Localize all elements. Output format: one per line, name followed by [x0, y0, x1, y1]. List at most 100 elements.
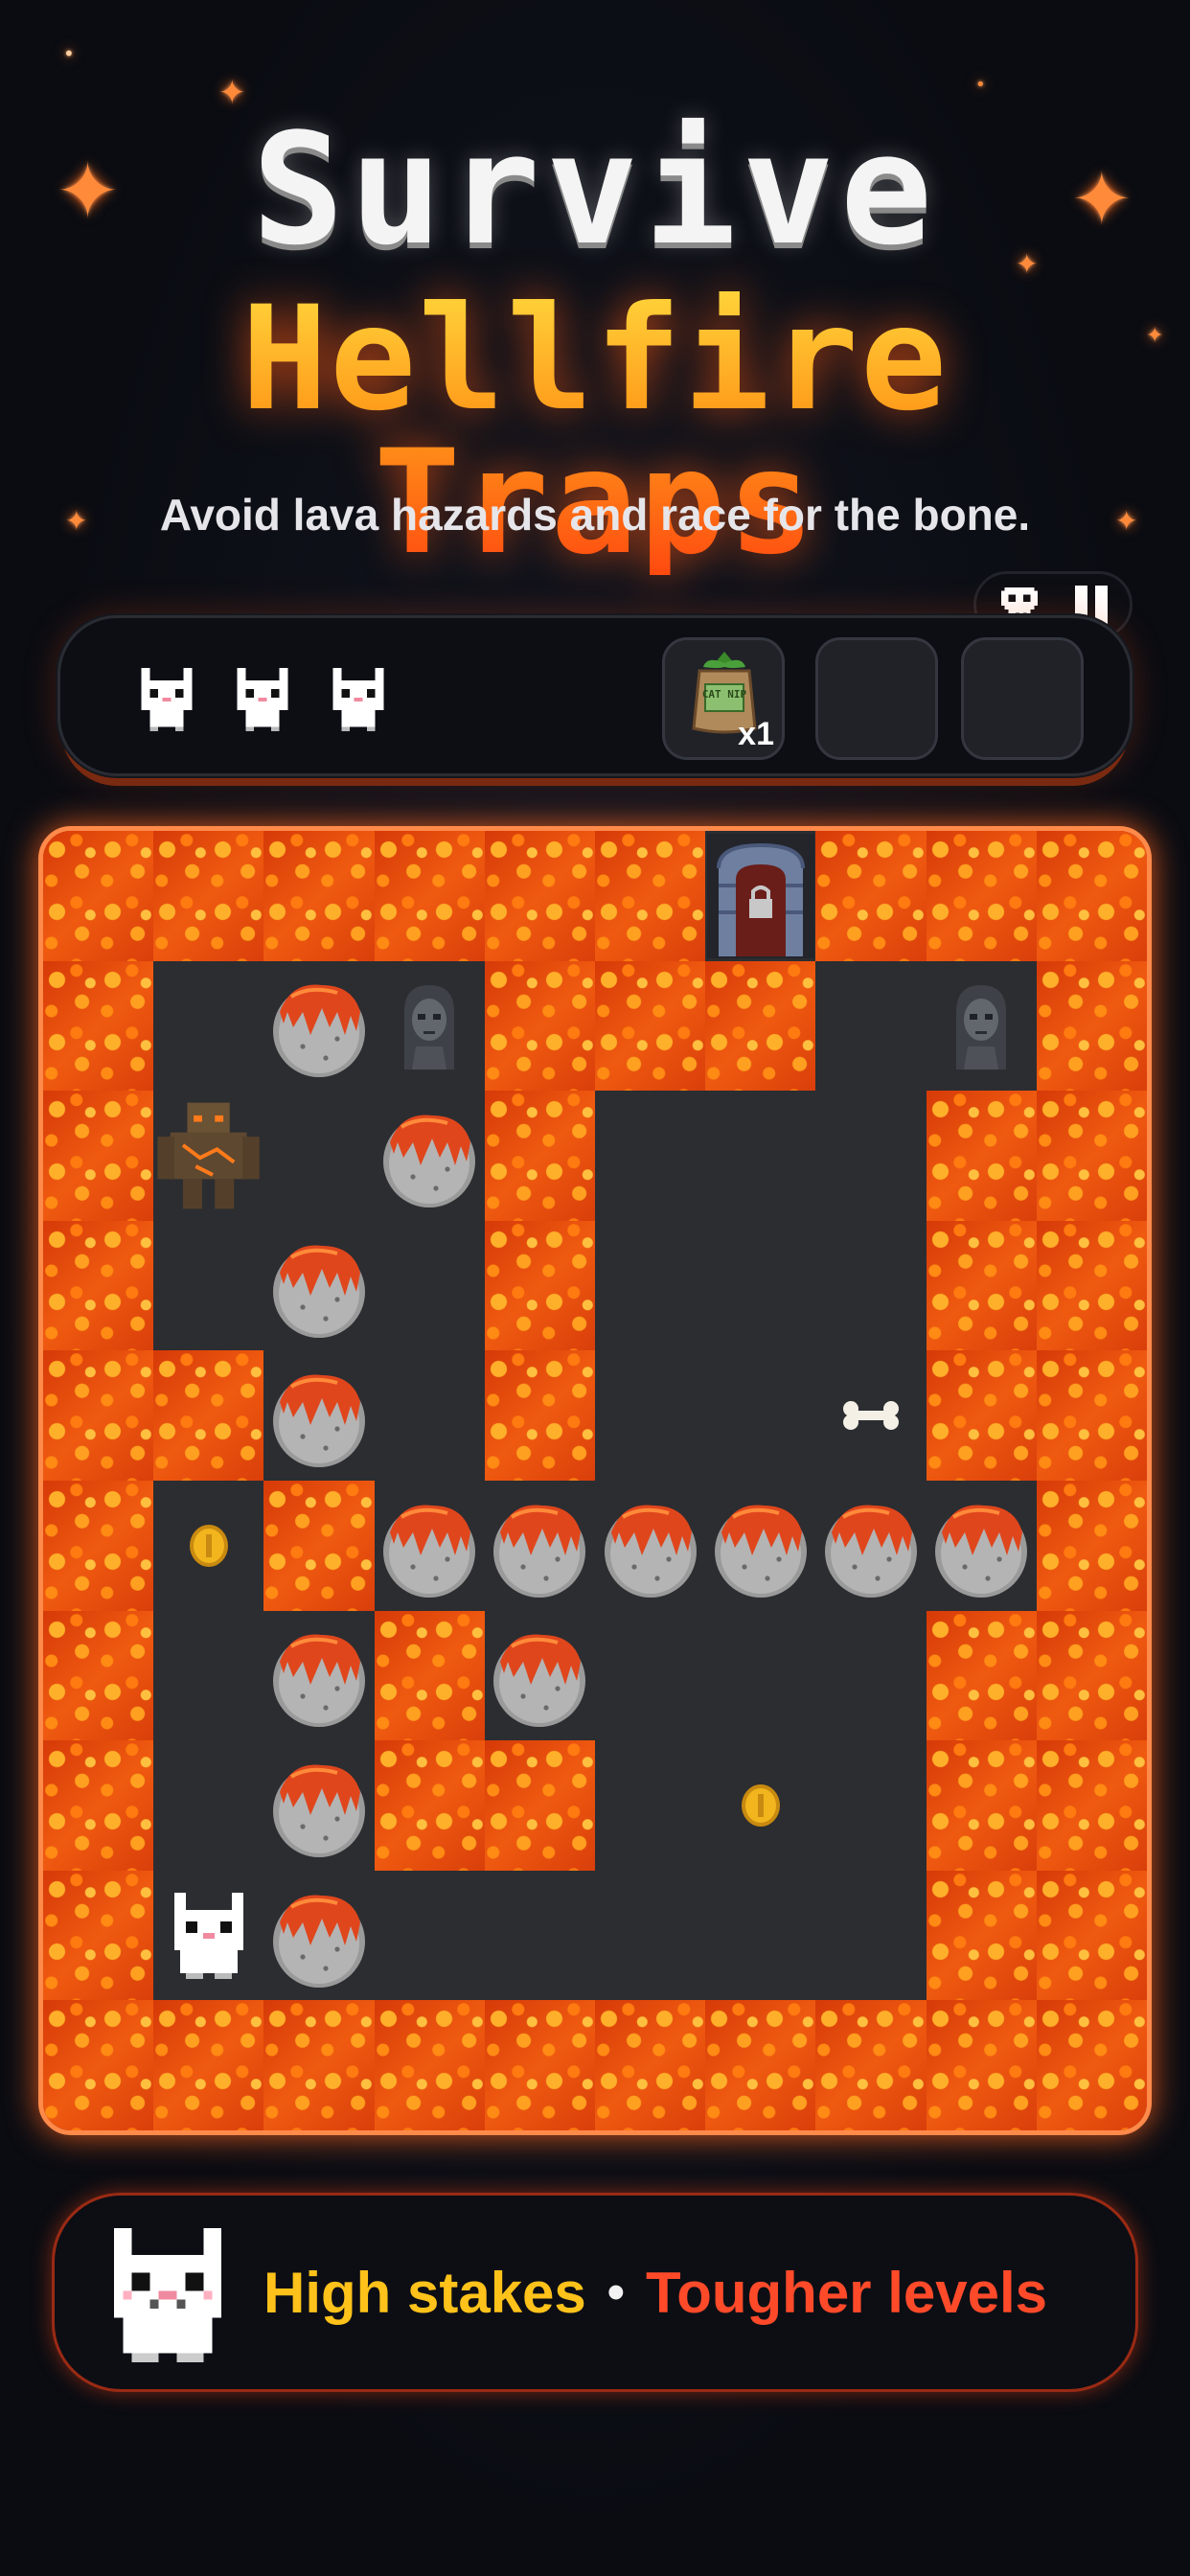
floor-tile [815, 1610, 927, 1742]
lava-tile [153, 831, 265, 962]
floor-tile [153, 960, 265, 1092]
lava-tile [484, 831, 596, 962]
floor-tile [595, 1740, 707, 1872]
lava-tile [374, 1610, 486, 1742]
lava-tile [926, 1610, 1038, 1742]
floor-tile [815, 1870, 927, 2002]
floor-tile [705, 1610, 817, 1742]
lava-tile [484, 1740, 596, 1872]
lava-tile [263, 2000, 376, 2130]
lava-tile [43, 831, 155, 962]
lava-golem-icon [153, 1091, 263, 1221]
lava-tile [595, 960, 707, 1092]
lava-tile [43, 1610, 155, 1742]
lava-tile [1036, 1870, 1147, 2002]
game-screen: ✦ ✦ • ✦ ✦ • ✦ ✦ ✦ Survive Hellfire Traps… [0, 0, 1190, 2576]
lava-boulder-icon [375, 1481, 485, 1611]
lava-tile [926, 1350, 1038, 1482]
floor-tile [595, 1220, 707, 1352]
catnip-label: CAT NIP [702, 688, 747, 701]
lava-boulder-icon [263, 961, 374, 1092]
cat-life-icon [137, 668, 196, 731]
lava-tile [1036, 2000, 1147, 2130]
lava-tile [484, 2000, 596, 2130]
cat-mascot-icon [104, 2228, 231, 2366]
floor-tile [153, 1220, 265, 1352]
ghost-girl-icon [927, 961, 1037, 1092]
hud-bar: CAT NIP x1 [57, 615, 1133, 776]
floor-tile [705, 1350, 817, 1482]
lava-boulder-icon [485, 1611, 595, 1741]
lava-boulder-icon [927, 1481, 1037, 1611]
floor-tile [705, 1220, 817, 1352]
lava-tile [926, 1870, 1038, 2002]
lava-tile [926, 2000, 1038, 2130]
lava-tile [484, 960, 596, 1092]
floor-tile [374, 1870, 486, 2002]
sparkle-icon: • [975, 75, 986, 95]
item-slot-empty[interactable] [961, 637, 1084, 760]
floor-tile [595, 1610, 707, 1742]
lava-tile [43, 1350, 155, 1482]
title-line-1: Survive [251, 100, 939, 279]
floor-tile [153, 1610, 265, 1742]
lava-boulder-icon [375, 1091, 485, 1221]
coin-icon [705, 1740, 815, 1871]
lava-tile [705, 960, 817, 1092]
lava-tile [1036, 831, 1147, 962]
lava-boulder-icon [595, 1481, 705, 1611]
lava-boulder-icon [263, 1221, 374, 1351]
lava-tile [374, 2000, 486, 2130]
lava-tile [595, 831, 707, 962]
lava-tile [1036, 1091, 1147, 1222]
lava-tile [1036, 1610, 1147, 1742]
lava-boulder-icon [485, 1481, 595, 1611]
ghost-girl-icon [375, 961, 485, 1092]
lava-tile [1036, 1220, 1147, 1352]
lava-tile [484, 1220, 596, 1352]
floor-tile [815, 1091, 927, 1222]
floor-tile [705, 1091, 817, 1222]
lava-tile [43, 2000, 155, 2130]
lava-tile [263, 831, 376, 962]
feature-banner: High stakes • Tougher levels [52, 2193, 1138, 2392]
item-count: x1 [738, 716, 774, 752]
lava-tile [153, 2000, 265, 2130]
floor-tile [374, 1220, 486, 1352]
banner-tougher-levels: Tougher levels [646, 2260, 1048, 2325]
lava-tile [374, 1740, 486, 1872]
cat-life-icon [233, 668, 292, 731]
item-slot-empty[interactable] [815, 637, 938, 760]
lava-tile [374, 831, 486, 962]
floor-tile [263, 1091, 376, 1222]
lava-tile [1036, 1350, 1147, 1482]
lava-boulder-icon [705, 1481, 815, 1611]
locked-door-icon[interactable] [705, 831, 815, 961]
lava-tile [153, 1350, 265, 1482]
subtitle: Avoid lava hazards and race for the bone… [159, 490, 1031, 540]
lava-tile [43, 960, 155, 1092]
lava-tile [705, 2000, 817, 2130]
bone-icon[interactable] [815, 1350, 926, 1481]
lava-tile [815, 831, 927, 962]
floor-tile [815, 1220, 927, 1352]
floor-tile [815, 960, 927, 1092]
lava-boulder-icon [263, 1740, 374, 1871]
lava-tile [1036, 960, 1147, 1092]
floor-tile [484, 1870, 596, 2002]
lava-tile [926, 1740, 1038, 1872]
item-slot-catnip[interactable]: CAT NIP x1 [662, 637, 785, 760]
lava-tile [43, 1220, 155, 1352]
floor-tile [705, 1870, 817, 2002]
lava-tile [1036, 1740, 1147, 1872]
lava-tile [926, 1091, 1038, 1222]
banner-text: High stakes • Tougher levels [263, 2196, 1047, 2389]
lava-boulder-icon [263, 1871, 374, 2001]
coin-icon [153, 1481, 263, 1611]
floor-tile [153, 1740, 265, 1872]
floor-tile [595, 1091, 707, 1222]
sparkle-icon: ✦ [218, 74, 246, 112]
player-cat-icon[interactable] [153, 1871, 263, 2001]
lives [137, 668, 388, 731]
lava-boulder-icon [815, 1481, 926, 1611]
